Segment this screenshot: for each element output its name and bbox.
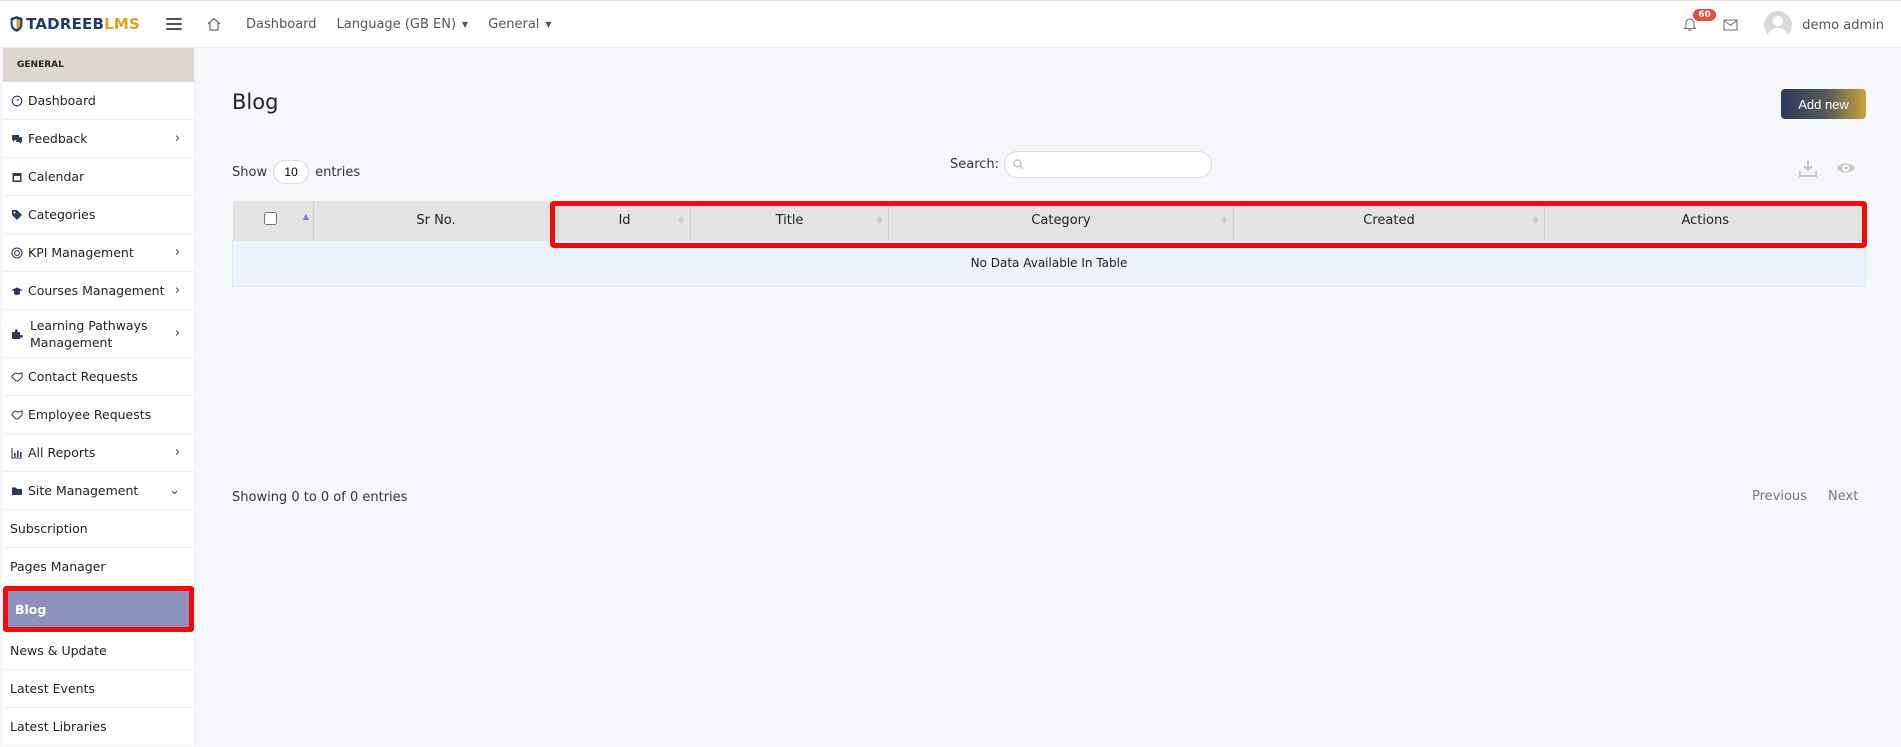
brand-logo[interactable]: TADREEBLMS: [10, 11, 140, 37]
sidebar-item-blog-highlight: Blog: [3, 586, 194, 632]
blog-table: ▲ Sr No. Id ▲ ▼ Title ▲ ▼ Category ▲ ▼ Created…: [232, 201, 1866, 287]
entries-length-control: Show entries: [232, 160, 360, 184]
nav-dashboard[interactable]: Dashboard: [246, 17, 317, 32]
sort-icon: ▲ ▼: [1532, 213, 1538, 226]
caret-down-icon: ▼: [545, 19, 552, 29]
chevron-right-icon: ›: [174, 445, 180, 460]
table-row-empty: No Data Available In Table: [232, 239, 1866, 287]
graduation-cap-icon: [11, 287, 23, 295]
sidebar-item-latest-libraries[interactable]: Latest Libraries: [3, 708, 194, 746]
bar-chart-icon: [11, 447, 22, 459]
notifications-button[interactable]: 60: [1683, 9, 1716, 33]
sidebar-item-contact-requests[interactable]: Contact Requests: [3, 358, 194, 396]
sort-icon: ▲ ▼: [876, 213, 882, 226]
caret-down-icon: ▼: [462, 19, 469, 29]
sidebar-item-employee-requests[interactable]: Employee Requests: [3, 396, 194, 434]
highlight-box: Blog: [3, 586, 194, 632]
nav-general-dropdown[interactable]: General ▼: [488, 17, 551, 32]
sidebar-item-learning-pathways[interactable]: Learning Pathways Management ›: [3, 310, 194, 358]
entries-count-select[interactable]: [273, 160, 310, 184]
entries-label: entries: [315, 164, 361, 180]
column-header-actions: Actions: [1681, 212, 1730, 228]
home-icon[interactable]: [206, 16, 222, 32]
menu-toggle-icon[interactable]: [166, 18, 182, 30]
sidebar-section-header: GENERAL: [3, 48, 194, 82]
sidebar-item-dashboard[interactable]: Dashboard: [3, 82, 194, 120]
sidebar-item-blog[interactable]: Blog: [8, 591, 189, 627]
chevron-right-icon: ›: [174, 326, 180, 341]
user-avatar[interactable]: [1764, 11, 1793, 39]
download-icon[interactable]: [1798, 158, 1818, 178]
chevron-right-icon: ›: [174, 245, 180, 260]
chevron-right-icon: ›: [174, 283, 180, 298]
sort-asc-icon[interactable]: ▲: [303, 212, 309, 221]
user-name[interactable]: demo admin: [1802, 18, 1884, 33]
handshake-icon: [11, 409, 23, 419]
sidebar-item-courses-management[interactable]: Courses Management ›: [3, 272, 194, 310]
sidebar-item-subscription[interactable]: Subscription: [3, 510, 194, 548]
calendar-icon: [12, 172, 22, 182]
page-title: Blog: [232, 90, 279, 114]
search-input[interactable]: [1024, 157, 1212, 172]
show-label: Show: [232, 164, 268, 180]
table-header-row: ▲ Sr No. Id ▲ ▼ Title ▲ ▼ Category ▲ ▼ Created…: [232, 201, 1866, 240]
sidebar-item-calendar[interactable]: Calendar: [3, 158, 194, 196]
table-search: Search:: [950, 151, 1213, 178]
next-page-button[interactable]: Next: [1828, 489, 1858, 504]
column-header-title[interactable]: Title ▲ ▼: [690, 201, 889, 240]
chevron-down-icon: ⌄: [169, 483, 180, 498]
notification-count-badge: 60: [1693, 9, 1716, 21]
eye-icon[interactable]: [1836, 158, 1856, 178]
add-new-button[interactable]: Add new: [1781, 89, 1866, 119]
previous-page-button[interactable]: Previous: [1752, 489, 1807, 504]
column-header-category[interactable]: Category ▲ ▼: [888, 201, 1234, 240]
gauge-icon: [11, 95, 23, 106]
sidebar: GENERAL Dashboard Feedback › Calendar Cat…: [3, 48, 195, 747]
sidebar-item-feedback[interactable]: Feedback ›: [3, 120, 194, 158]
sort-icon: ▲ ▼: [678, 213, 684, 226]
nav-language-dropdown[interactable]: Language (GB EN) ▼: [337, 17, 469, 32]
tags-icon: [12, 209, 22, 220]
empty-table-message: No Data Available In Table: [232, 239, 1866, 287]
shield-logo-icon: [10, 16, 23, 32]
sidebar-item-all-reports[interactable]: All Reports ›: [3, 434, 194, 472]
column-header-sr-no[interactable]: Sr No.: [313, 201, 559, 240]
sidebar-item-categories[interactable]: Categories: [3, 196, 194, 234]
chevron-right-icon: ›: [174, 131, 180, 146]
table-info: Showing 0 to 0 of 0 entries: [232, 490, 408, 505]
top-bar: TADREEBLMS Dashboard Language (GB EN) ▼ G…: [0, 0, 1901, 48]
mail-icon[interactable]: [1723, 19, 1738, 31]
search-icon: [1013, 159, 1024, 170]
sort-icon: ▲ ▼: [1221, 213, 1227, 226]
column-header-created[interactable]: Created ▲ ▼: [1233, 201, 1545, 240]
sidebar-item-site-management[interactable]: Site Management ⌄: [3, 472, 194, 510]
puzzle-icon: [12, 328, 23, 339]
sidebar-item-latest-events[interactable]: Latest Events: [3, 670, 194, 708]
sidebar-item-kpi-management[interactable]: KPI Management ›: [3, 234, 194, 272]
comments-icon: [12, 134, 22, 144]
handshake-icon: [11, 371, 23, 381]
sidebar-item-news-update[interactable]: News & Update: [3, 632, 194, 670]
search-label: Search:: [950, 157, 1000, 172]
target-icon: [11, 246, 23, 259]
sidebar-item-pages-manager[interactable]: Pages Manager: [3, 548, 194, 586]
select-all-header: ▲: [232, 201, 314, 240]
select-all-checkbox[interactable]: [264, 211, 278, 225]
search-field[interactable]: [1004, 151, 1213, 178]
brand-name: TADREEBLMS: [26, 15, 140, 33]
column-header-id[interactable]: Id ▲ ▼: [558, 201, 691, 240]
folder-icon: [12, 487, 22, 495]
main-content: Blog Add new Show entries Search: ▲: [195, 48, 1901, 747]
